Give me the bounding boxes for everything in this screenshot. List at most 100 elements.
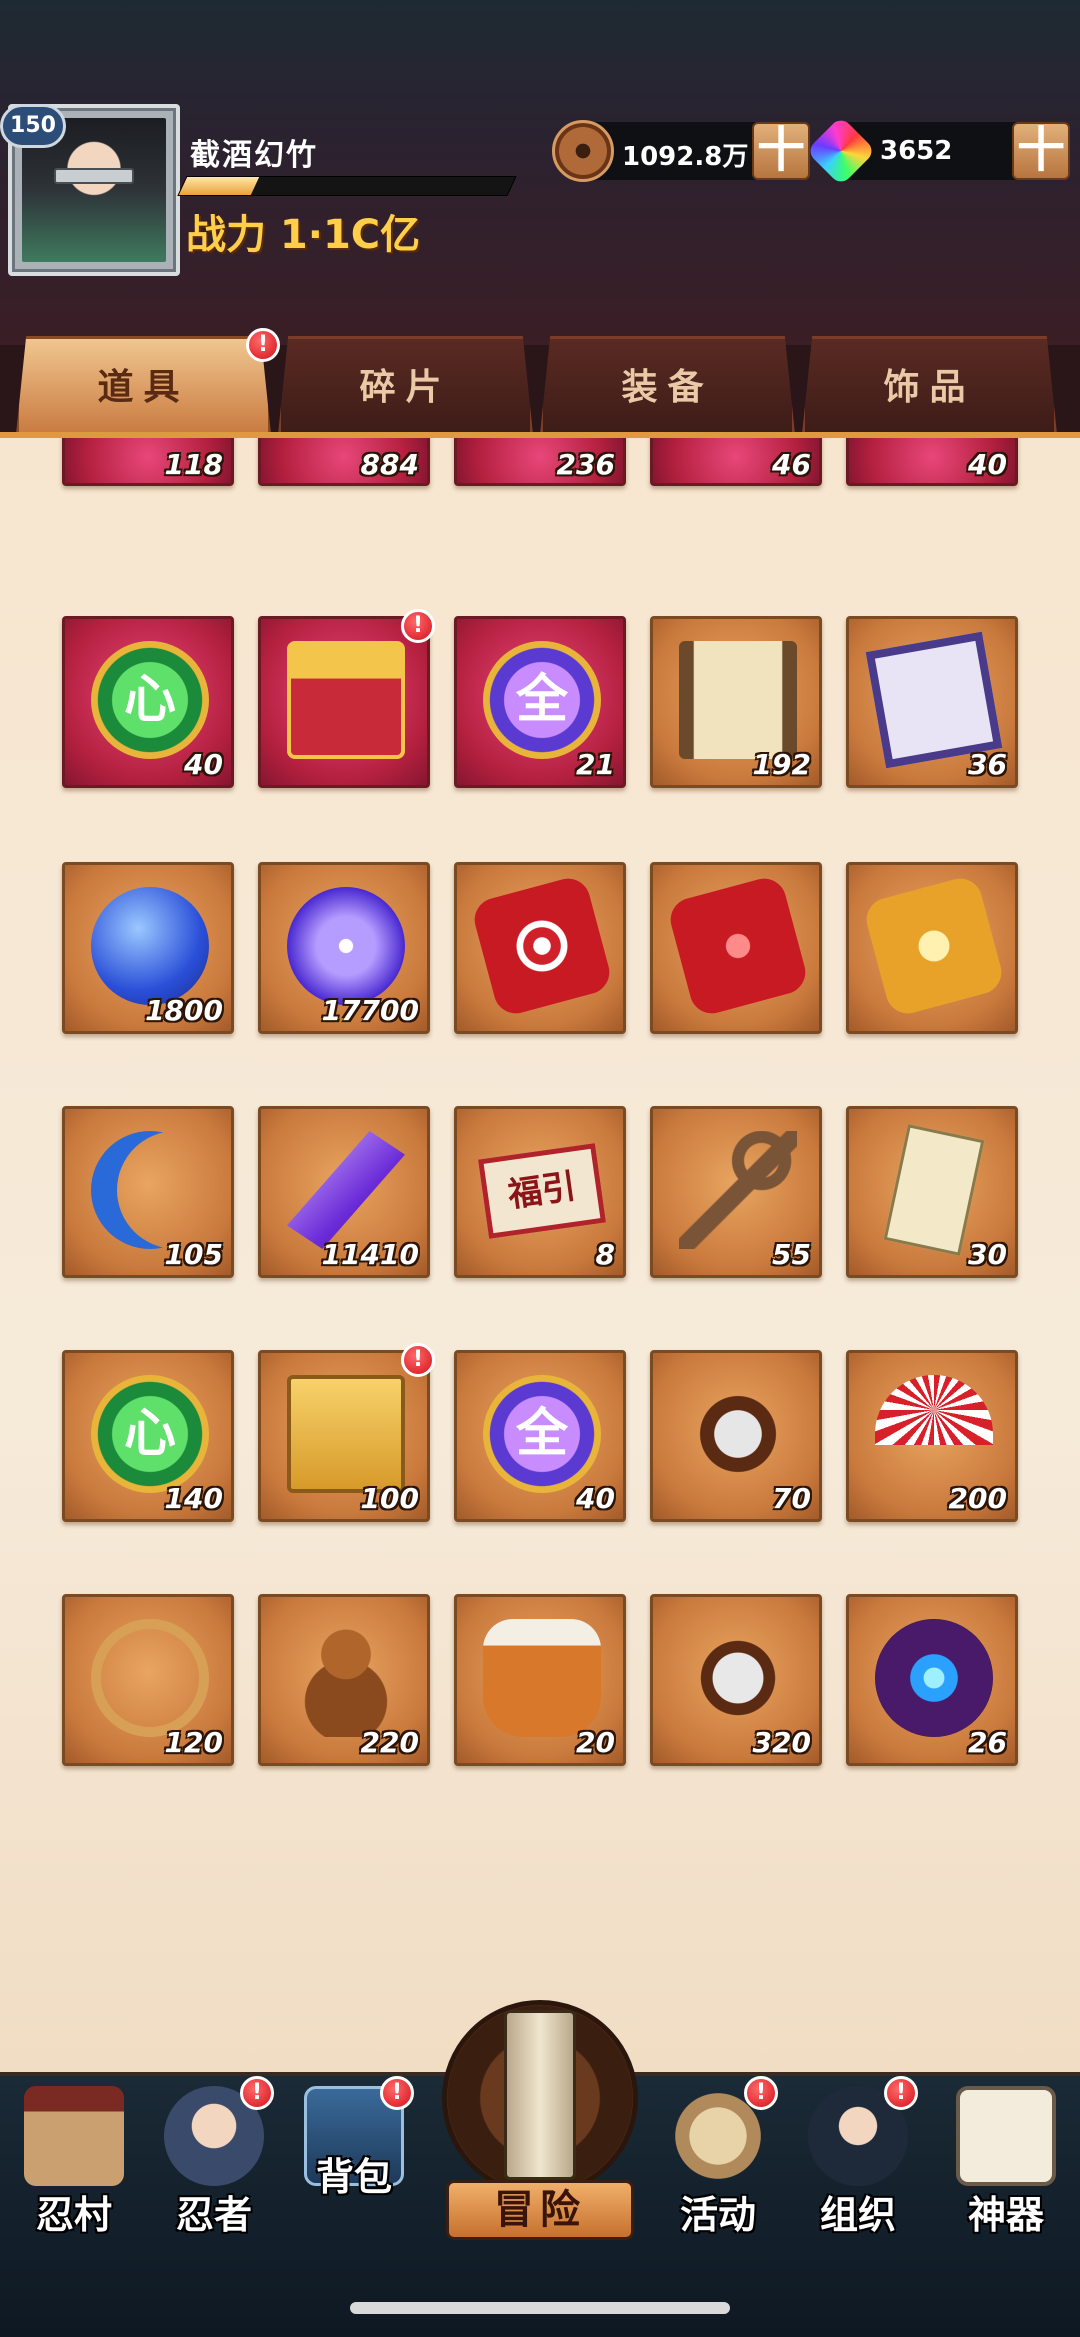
- inventory-slot[interactable]: 192: [650, 616, 822, 788]
- nav-adventure-label: 冒险: [446, 2180, 634, 2240]
- purple-crystal-icon: [287, 1131, 405, 1249]
- inventory-slot[interactable]: 118: [62, 438, 234, 486]
- nav-village[interactable]: 忍村: [4, 2076, 144, 2276]
- inventory-slot[interactable]: 26: [846, 1594, 1018, 1766]
- nav-organization-alert-badge: !: [884, 2076, 918, 2110]
- inventory-slot[interactable]: 120: [62, 1594, 234, 1766]
- item-count: 40: [968, 448, 1007, 481]
- talisman-icon: [883, 1124, 985, 1256]
- inventory-slot[interactable]: 心 40: [62, 616, 234, 788]
- nav-bag-label: 背包: [315, 2155, 392, 2199]
- inventory-slot[interactable]: 心 140: [62, 1350, 234, 1522]
- top-bar: 150 截酒幻竹 战力 1·1C亿 1092.8万 十 3652 十: [0, 0, 1080, 345]
- copper-amount: 1092.8万: [622, 142, 749, 172]
- nav-organization-label: 组织: [819, 2193, 896, 2237]
- inventory-slot[interactable]: 70: [650, 1350, 822, 1522]
- fortune-card-icon: 福引: [478, 1143, 606, 1239]
- item-count: 120: [164, 1726, 223, 1759]
- player-level-badge: 150: [0, 104, 66, 148]
- nav-ninja[interactable]: 忍者 !: [144, 2076, 284, 2276]
- nav-bag-alert-badge: !: [380, 2076, 414, 2110]
- item-count: 105: [164, 1238, 223, 1271]
- inventory-slot[interactable]: 全 40: [454, 1350, 626, 1522]
- inventory-slot[interactable]: 福引 8: [454, 1106, 626, 1278]
- item-count: 320: [752, 1726, 811, 1759]
- tab-accessories[interactable]: 饰品: [802, 336, 1057, 434]
- inventory-slot[interactable]: !: [258, 609, 435, 788]
- home-indicator[interactable]: [350, 2302, 730, 2314]
- inventory-slot[interactable]: 全 21: [454, 616, 626, 788]
- inventory-slot[interactable]: 100 !: [258, 1343, 435, 1522]
- inventory-slot[interactable]: 46: [650, 438, 822, 486]
- inventory-slot[interactable]: 55: [650, 1106, 822, 1278]
- item-count: 200: [948, 1482, 1007, 1515]
- heart-jade-icon: 心: [91, 641, 209, 759]
- exp-bar-fill: [178, 177, 260, 195]
- add-copper-button[interactable]: 十: [752, 122, 810, 180]
- item-count: 36: [968, 748, 1007, 781]
- bag-tabs: 道具 ! 碎片 装备 饰品: [16, 328, 1066, 436]
- item-count: 192: [752, 748, 811, 781]
- inventory-slot[interactable]: 11410: [258, 1106, 430, 1278]
- village-gate-icon: [24, 2086, 124, 2186]
- inventory-slot[interactable]: 36: [846, 616, 1018, 788]
- inventory-slot[interactable]: 30: [846, 1106, 1018, 1278]
- inventory-slot[interactable]: 105: [62, 1106, 234, 1278]
- inventory-grid[interactable]: 118 884 236 46 40 心 40 ! 全 21 192 36 180…: [0, 432, 1080, 2072]
- war-fan-icon: [875, 1375, 993, 1445]
- inventory-slot[interactable]: [650, 862, 822, 1034]
- nav-activity-label: 活动: [679, 2193, 756, 2237]
- exp-bar: [177, 176, 517, 196]
- tab-items-alert-badge: !: [246, 328, 280, 362]
- item-alert-badge: !: [401, 609, 435, 643]
- item-count: 40: [576, 1482, 615, 1515]
- inventory-slot[interactable]: 320: [650, 1594, 822, 1766]
- crystal-currency: 3652 十: [805, 115, 1070, 187]
- kunai-bundle-icon: [679, 1619, 797, 1737]
- nav-ninja-alert-badge: !: [240, 2076, 274, 2110]
- tab-fragments[interactable]: 碎片: [278, 336, 533, 434]
- item-count: 30: [968, 1238, 1007, 1271]
- nav-artifact-label: 神器: [967, 2193, 1044, 2237]
- player-name: 截酒幻竹: [190, 138, 318, 173]
- shuriken-icon: [679, 1375, 797, 1493]
- scroll-icon: [504, 2010, 576, 2180]
- inventory-slot[interactable]: 884: [258, 438, 430, 486]
- gold-gift-box-icon: [287, 641, 405, 759]
- inventory-slot[interactable]: [454, 862, 626, 1034]
- nav-bag[interactable]: 背包 !: [284, 2076, 424, 2276]
- item-count: 17700: [321, 994, 419, 1027]
- item-alert-badge: !: [401, 1343, 435, 1377]
- nav-activity[interactable]: 活动 !: [648, 2076, 788, 2276]
- item-count: 11410: [321, 1238, 419, 1271]
- item-count: 236: [556, 448, 615, 481]
- item-count: 140: [164, 1482, 223, 1515]
- item-count: 70: [772, 1482, 811, 1515]
- combat-power: 战力 1·1C亿: [186, 212, 421, 258]
- red-target-stone-icon: [469, 873, 615, 1019]
- item-count: 1800: [145, 994, 223, 1027]
- crystal-amount: 3652: [880, 136, 953, 166]
- item-count: 118: [164, 448, 223, 481]
- inventory-slot[interactable]: 200: [846, 1350, 1018, 1522]
- inventory-slot[interactable]: 1800: [62, 862, 234, 1034]
- inventory-slot[interactable]: 17700: [258, 862, 430, 1034]
- scroll-map-icon: [679, 641, 797, 759]
- inventory-slot[interactable]: 40: [846, 438, 1018, 486]
- all-jade-icon: 全: [483, 641, 601, 759]
- tab-equipment[interactable]: 装备: [540, 336, 795, 434]
- item-count: 884: [360, 448, 419, 481]
- rainbow-crystal-icon: [805, 115, 877, 187]
- nav-artifact[interactable]: 神器: [936, 2076, 1076, 2276]
- headband-icon: [54, 168, 134, 184]
- inventory-slot[interactable]: 220: [258, 1594, 430, 1766]
- nav-organization[interactable]: 组织 !: [788, 2076, 928, 2276]
- inventory-slot[interactable]: 20: [454, 1594, 626, 1766]
- nav-adventure[interactable]: 冒险: [442, 2000, 638, 2276]
- nav-activity-alert-badge: !: [744, 2076, 778, 2110]
- add-crystal-button[interactable]: 十: [1012, 122, 1070, 180]
- inventory-slot[interactable]: [846, 862, 1018, 1034]
- inventory-slot[interactable]: 236: [454, 438, 626, 486]
- tab-items[interactable]: 道具: [16, 336, 271, 434]
- item-count: 8: [595, 1238, 615, 1271]
